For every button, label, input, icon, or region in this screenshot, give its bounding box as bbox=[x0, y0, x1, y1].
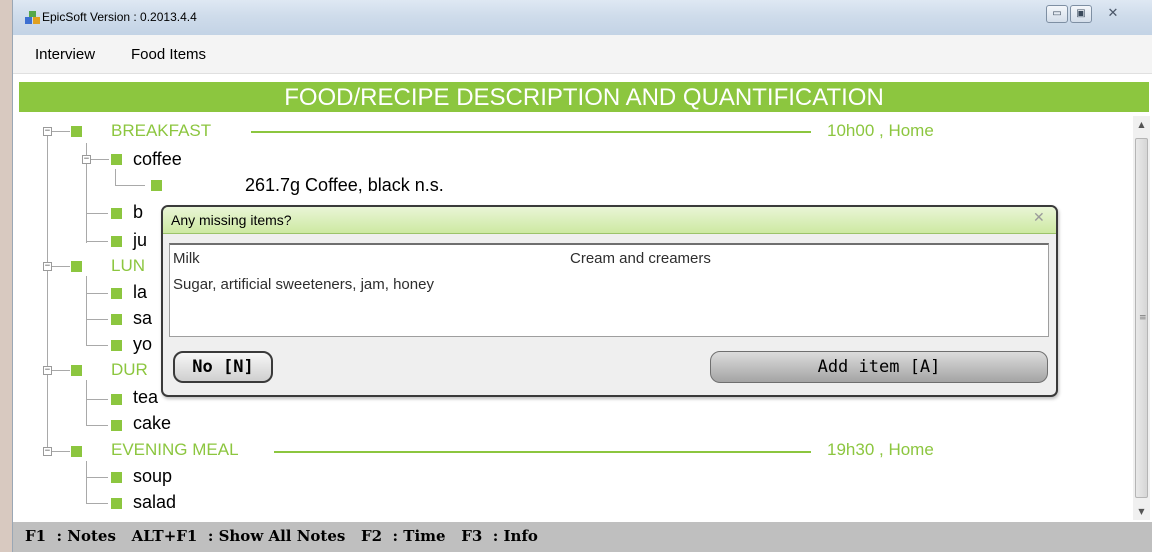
tree-connector bbox=[52, 370, 70, 371]
grip-icon: ≡ bbox=[1139, 313, 1147, 323]
vertical-scrollbar[interactable]: ▲ ≡ ▼ bbox=[1133, 116, 1150, 520]
food-detail[interactable]: 261.7g Coffee, black n.s. bbox=[245, 175, 444, 196]
tree-connector bbox=[86, 503, 108, 504]
minimize-button[interactable]: ▭ bbox=[1046, 5, 1068, 23]
category-marker-icon bbox=[71, 446, 82, 457]
tree-connector bbox=[86, 241, 108, 242]
collapse-evening-icon[interactable]: − bbox=[43, 447, 52, 456]
item-marker-icon bbox=[111, 394, 122, 405]
food-item[interactable]: b bbox=[133, 202, 143, 223]
menu-food-items[interactable]: Food Items bbox=[131, 46, 206, 63]
food-item[interactable]: salad bbox=[133, 492, 176, 513]
item-marker-icon bbox=[111, 314, 122, 325]
category-marker-icon bbox=[71, 261, 82, 272]
food-item[interactable]: yo bbox=[133, 334, 152, 355]
tree-connector bbox=[86, 213, 108, 214]
collapse-breakfast-icon[interactable]: − bbox=[43, 127, 52, 136]
maximize-icon: ▣ bbox=[1076, 8, 1086, 19]
category-dur[interactable]: DUR bbox=[111, 360, 148, 380]
category-lunch[interactable]: LUN bbox=[111, 256, 145, 276]
tree-connector bbox=[86, 425, 108, 426]
tree-connector bbox=[52, 131, 70, 132]
food-item[interactable]: cake bbox=[133, 413, 171, 434]
food-item[interactable]: coffee bbox=[133, 149, 182, 170]
category-rule bbox=[274, 451, 811, 453]
menu-interview[interactable]: Interview bbox=[35, 46, 95, 63]
list-item[interactable]: Milk bbox=[173, 250, 200, 267]
title-bar[interactable]: EpicSoft Version : 0.2013.4.4 ▭ ▣ ✕ bbox=[13, 0, 1152, 35]
add-item-button[interactable]: Add item [A] bbox=[710, 351, 1048, 383]
dialog-title: Any missing items? bbox=[171, 212, 292, 228]
category-evening-meal[interactable]: EVENING MEAL bbox=[111, 440, 239, 460]
tree-connector bbox=[86, 319, 108, 320]
tree-connector bbox=[86, 276, 87, 346]
item-marker-icon bbox=[111, 154, 122, 165]
collapse-coffee-icon[interactable]: − bbox=[82, 155, 91, 164]
category-time: 19h30 , Home bbox=[827, 440, 934, 459]
list-item[interactable]: Cream and creamers bbox=[570, 250, 711, 267]
food-item[interactable]: soup bbox=[133, 466, 172, 487]
item-marker-icon bbox=[111, 472, 122, 483]
tree-connector bbox=[115, 185, 145, 186]
list-item[interactable]: Sugar, artificial sweeteners, jam, honey bbox=[173, 276, 434, 293]
item-marker-icon bbox=[111, 288, 122, 299]
item-marker-icon bbox=[151, 180, 162, 191]
tree-connector bbox=[115, 169, 116, 185]
menu-bar: Interview Food Items bbox=[13, 35, 1152, 74]
category-marker-icon bbox=[71, 365, 82, 376]
minimize-icon: ▭ bbox=[1052, 8, 1062, 19]
item-marker-icon bbox=[111, 340, 122, 351]
page-title: FOOD/RECIPE DESCRIPTION AND QUANTIFICATI… bbox=[284, 84, 884, 111]
tree-connector bbox=[47, 131, 48, 451]
no-button[interactable]: No [N] bbox=[173, 351, 273, 383]
tree-connector bbox=[86, 293, 108, 294]
category-marker-icon bbox=[71, 126, 82, 137]
tree-connector bbox=[52, 451, 70, 452]
tree-connector bbox=[86, 477, 108, 478]
section-banner: FOOD/RECIPE DESCRIPTION AND QUANTIFICATI… bbox=[19, 82, 1149, 112]
category-rule bbox=[251, 131, 811, 133]
scroll-down-icon[interactable]: ▼ bbox=[1133, 503, 1150, 520]
food-item[interactable]: sa bbox=[133, 308, 152, 329]
item-marker-icon bbox=[111, 420, 122, 431]
missing-items-list: Milk Cream and creamers Sugar, artificia… bbox=[169, 243, 1049, 337]
food-item[interactable]: tea bbox=[133, 387, 158, 408]
tree-connector bbox=[86, 345, 108, 346]
item-marker-icon bbox=[111, 236, 122, 247]
shortcut-hints: F1 : Notes ALT+F1 : Show All Notes F2 : … bbox=[25, 527, 538, 545]
tree-connector bbox=[86, 380, 87, 426]
status-bar: F1 : Notes ALT+F1 : Show All Notes F2 : … bbox=[13, 522, 1152, 552]
category-time: 10h00 , Home bbox=[827, 121, 934, 140]
food-item[interactable]: la bbox=[133, 282, 147, 303]
scrollbar-thumb[interactable]: ≡ bbox=[1135, 138, 1148, 498]
close-button[interactable]: ✕ bbox=[1101, 5, 1125, 23]
maximize-button[interactable]: ▣ bbox=[1070, 5, 1092, 23]
food-item[interactable]: ju bbox=[133, 230, 147, 251]
category-breakfast[interactable]: BREAKFAST bbox=[111, 121, 211, 141]
tree-connector bbox=[52, 266, 70, 267]
item-marker-icon bbox=[111, 498, 122, 509]
scroll-up-icon[interactable]: ▲ bbox=[1133, 116, 1150, 133]
collapse-lunch-icon[interactable]: − bbox=[43, 262, 52, 271]
tree-connector bbox=[86, 461, 87, 503]
close-icon: ✕ bbox=[1107, 6, 1119, 21]
tree-connector bbox=[86, 399, 108, 400]
window-title: EpicSoft Version : 0.2013.4.4 bbox=[42, 10, 197, 24]
missing-items-dialog: Any missing items? ✕ Milk Cream and crea… bbox=[161, 205, 1058, 397]
app-icon bbox=[25, 11, 40, 24]
item-marker-icon bbox=[111, 208, 122, 219]
dialog-header: Any missing items? ✕ bbox=[163, 207, 1056, 234]
tree-connector bbox=[91, 159, 109, 160]
collapse-dur-icon[interactable]: − bbox=[43, 366, 52, 375]
close-icon[interactable]: ✕ bbox=[1033, 210, 1045, 226]
